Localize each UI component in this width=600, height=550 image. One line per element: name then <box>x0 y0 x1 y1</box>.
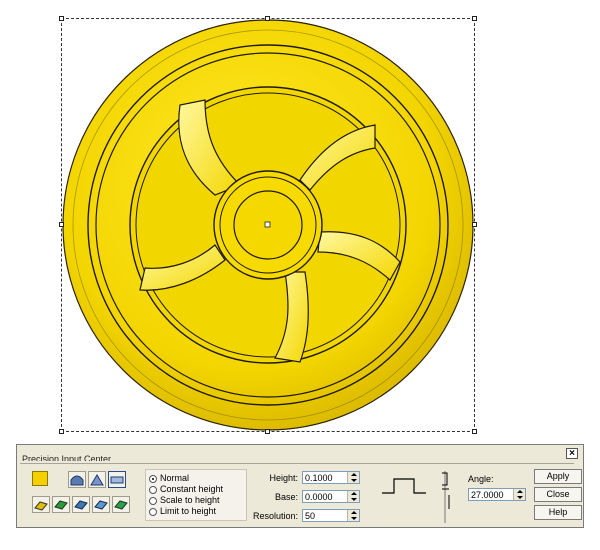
layer-icon-5[interactable] <box>112 496 130 513</box>
model-canvas[interactable] <box>0 0 600 438</box>
selection-handle-r[interactable] <box>472 222 477 227</box>
height-down-icon[interactable] <box>348 478 359 483</box>
selection-handle-tr[interactable] <box>472 16 477 21</box>
selection-handle-bl[interactable] <box>59 429 64 434</box>
radio-normal[interactable] <box>149 474 157 483</box>
angle-slider-icon[interactable] <box>437 469 455 525</box>
resolution-label: Resolution: <box>252 511 298 521</box>
radio-constant-height[interactable] <box>149 485 157 494</box>
resolution-up-icon[interactable] <box>348 510 359 515</box>
mode-scale-to-height[interactable]: Scale to height <box>149 495 220 506</box>
selection-handle-b[interactable] <box>265 429 270 434</box>
dialog-title: Precision Input Center <box>22 454 112 461</box>
close-icon[interactable]: × <box>566 448 578 459</box>
base-label: Base: <box>274 492 298 502</box>
base-up-icon[interactable] <box>348 491 359 496</box>
arch-icon[interactable] <box>88 471 106 488</box>
layer-icon-4[interactable] <box>92 496 110 513</box>
selection-handle-br[interactable] <box>472 429 477 434</box>
selection-handle-l[interactable] <box>59 222 64 227</box>
layer-icon-1[interactable] <box>32 496 50 513</box>
angle-input[interactable] <box>469 489 515 500</box>
mode-constant-height[interactable]: Constant height <box>149 484 223 495</box>
mode-normal[interactable]: Normal <box>149 473 189 484</box>
angle-label: Angle: <box>468 474 494 484</box>
selection-handle-t[interactable] <box>265 16 270 21</box>
selection-box <box>61 18 475 432</box>
angle-down-icon[interactable] <box>514 495 525 500</box>
layer-icon-3[interactable] <box>72 496 90 513</box>
angle-spinner[interactable] <box>468 488 526 501</box>
mode-limit-to-height[interactable]: Limit to height <box>149 506 216 517</box>
radio-limit-to-height[interactable] <box>149 507 157 516</box>
radio-scale-to-height[interactable] <box>149 496 157 505</box>
flat-icon[interactable] <box>108 471 126 488</box>
resolution-down-icon[interactable] <box>348 516 359 521</box>
color-swatch[interactable] <box>32 471 48 486</box>
precision-input-dialog: Precision Input Center × Normal Constant… <box>16 444 584 528</box>
selection-handle-tl[interactable] <box>59 16 64 21</box>
close-button[interactable]: Close <box>534 487 582 502</box>
base-down-icon[interactable] <box>348 497 359 502</box>
resolution-spinner[interactable] <box>302 509 360 522</box>
apply-button[interactable]: Apply <box>534 469 582 484</box>
height-label: Height: <box>269 473 298 483</box>
height-input[interactable] <box>303 472 349 483</box>
base-input[interactable] <box>303 491 349 502</box>
angle-up-icon[interactable] <box>514 489 525 494</box>
title-divider <box>20 463 574 464</box>
layer-icon-2[interactable] <box>52 496 70 513</box>
profile-preview-icon <box>382 478 426 494</box>
base-spinner[interactable] <box>302 490 360 503</box>
dome-icon[interactable] <box>68 471 86 488</box>
height-spinner[interactable] <box>302 471 360 484</box>
help-button[interactable]: Help <box>534 505 582 520</box>
height-up-icon[interactable] <box>348 472 359 477</box>
height-mode-group: Normal Constant height Scale to height L… <box>145 469 247 521</box>
resolution-input[interactable] <box>303 510 349 521</box>
